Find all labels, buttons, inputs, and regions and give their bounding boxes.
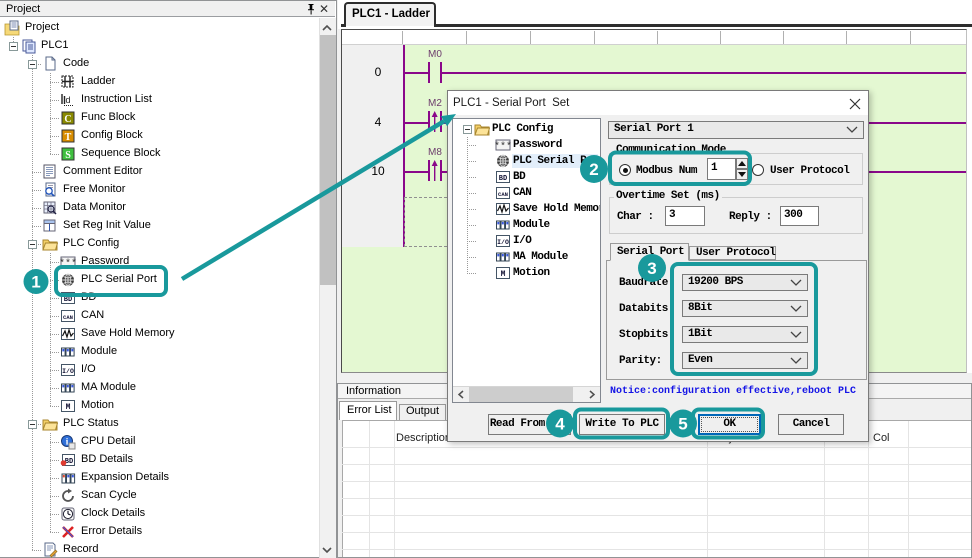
svg-text:1: 1 — [31, 273, 40, 292]
svg-text:5: 5 — [678, 415, 687, 434]
svg-text:3: 3 — [647, 259, 656, 278]
svg-text:2: 2 — [589, 160, 598, 179]
svg-text:4: 4 — [555, 415, 565, 434]
